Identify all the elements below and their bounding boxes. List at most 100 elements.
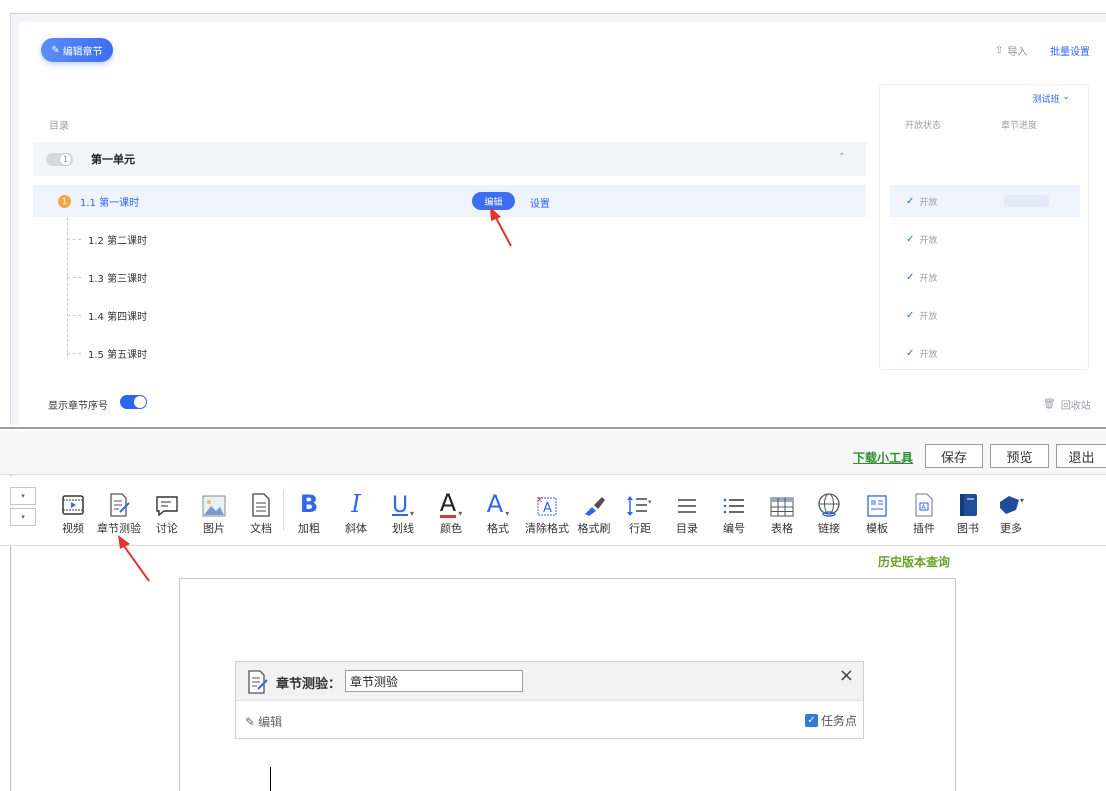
recycle-bin-button[interactable]: 🗑 回收站 <box>1043 397 1091 412</box>
numbering-label: 编号 <box>723 522 745 535</box>
bold-glyph: B <box>299 490 319 518</box>
recycle-label: 回收站 <box>1060 401 1091 412</box>
lesson-settings-link[interactable]: 设置 <box>530 195 550 210</box>
check-icon: ✓ <box>906 347 915 359</box>
template-label: 模板 <box>866 522 888 535</box>
link-label: 链接 <box>818 522 840 535</box>
globe-link-icon <box>816 484 842 518</box>
quiz-doc-icon <box>106 484 132 518</box>
clear-format-tool[interactable]: Ax 清除格式 <box>519 484 575 536</box>
color-tool[interactable]: A ▾ 颜色 <box>426 484 476 536</box>
edit-chapter-button[interactable]: ✎ 编辑章节 <box>41 38 113 62</box>
book-icon <box>956 484 980 518</box>
font-format-icon: A ▾ <box>487 484 509 518</box>
status-panel: 测试班 ⌄ 开放状态 章节进度 ✓ 开放 ✓ 开放 ✓ 开放 ✓ 开放 ✓ 开放 <box>879 84 1089 370</box>
show-number-toggle[interactable] <box>120 395 147 409</box>
import-button[interactable]: ⇧ 导入 <box>995 43 1027 58</box>
quiz-title-input[interactable]: 章节测验 <box>345 670 523 692</box>
font-select[interactable]: ▾ <box>10 487 36 505</box>
edit-chapter-label: 编辑章节 <box>62 46 103 58</box>
size-select[interactable]: ▾ <box>10 508 36 526</box>
catalog-tool[interactable]: 目录 <box>662 484 712 536</box>
col-open-status: 开放状态 <box>905 121 942 131</box>
discussion-label: 讨论 <box>156 522 178 535</box>
text-cursor <box>270 767 271 791</box>
format-label: 格式 <box>487 522 509 535</box>
plugin-tool[interactable]: A 插件 <box>899 484 949 536</box>
svg-text:x: x <box>537 495 543 505</box>
format-brush-tool[interactable]: 格式刷 <box>568 484 620 536</box>
lesson-item-4[interactable]: 1.4 第四课时 <box>33 299 866 331</box>
image-label: 图片 <box>203 522 225 535</box>
template-tool[interactable]: 模板 <box>852 484 902 536</box>
plugin-label: 插件 <box>913 522 935 535</box>
unit-number: 1 <box>59 152 72 166</box>
tree-dash <box>67 314 81 316</box>
more-tool[interactable]: ▾ 更多 <box>986 484 1036 536</box>
bold-label: 加粗 <box>298 522 320 535</box>
lesson-edit-button[interactable]: 编辑 <box>472 192 515 210</box>
italic-tool[interactable]: I 斜体 <box>331 484 381 536</box>
line-height-tool[interactable]: ▾ 行距 <box>615 484 665 536</box>
lesson-title: 1.4 第四课时 <box>88 311 148 323</box>
close-icon[interactable]: × <box>839 665 854 686</box>
unit-toggle[interactable]: 1 <box>46 152 73 166</box>
link-tool[interactable]: 链接 <box>804 484 854 536</box>
status-text: 开放 <box>919 273 938 284</box>
bold-icon: B <box>300 484 318 518</box>
format-brush-label: 格式刷 <box>577 522 611 535</box>
lesson-item-1[interactable]: 1 1.1 第一课时 <box>33 185 866 217</box>
numbering-tool[interactable]: 编号 <box>709 484 759 536</box>
discussion-icon <box>154 484 180 518</box>
plugin-icon: A <box>913 484 935 518</box>
download-tool-link[interactable]: 下载小工具 <box>853 449 913 466</box>
underline-icon: U ▾ <box>392 484 414 518</box>
catalog-label: 目录 <box>49 121 69 132</box>
underline-tool[interactable]: U ▾ 划线 <box>378 484 428 536</box>
save-button[interactable]: 保存 <box>925 444 983 468</box>
lesson-title: 1.1 第一课时 <box>80 197 140 209</box>
lesson-title: 1.2 第二课时 <box>88 235 148 247</box>
discussion-tool[interactable]: 讨论 <box>142 484 192 536</box>
preview-button[interactable]: 预览 <box>990 444 1049 468</box>
svg-text:A: A <box>543 501 552 516</box>
exit-button[interactable]: 退出 <box>1056 444 1106 468</box>
class-select[interactable]: 测试班 ⌄ <box>1032 92 1070 105</box>
list-icon <box>675 484 699 518</box>
class-select-label: 测试班 <box>1032 95 1060 105</box>
chapter-quiz-tool[interactable]: 章节测验 <box>94 484 144 536</box>
history-version-link[interactable]: 历史版本查询 <box>878 553 950 570</box>
doc-tool[interactable]: 文档 <box>236 484 286 536</box>
lesson-item-2[interactable]: 1.2 第二课时 <box>33 223 866 255</box>
quiz-edit-button[interactable]: ✎ 编辑 <box>245 713 282 730</box>
checkbox-checked-icon: ✓ <box>804 714 818 727</box>
lesson-item-3[interactable]: 1.3 第三课时 <box>33 261 866 293</box>
batch-settings-link[interactable]: 批量设置 <box>1050 43 1090 58</box>
more-label: 更多 <box>1000 522 1022 535</box>
table-tool[interactable]: 表格 <box>757 484 807 536</box>
lesson-item-5[interactable]: 1.5 第五课时 <box>33 337 866 369</box>
task-point-checkbox[interactable]: ✓ 任务点 <box>804 712 857 729</box>
video-label: 视频 <box>62 522 84 535</box>
status-row: ✓ 开放 <box>890 223 1080 255</box>
chapter-quiz-block: 章节测验： 章节测验 × ✎ 编辑 ✓ 任务点 <box>235 661 864 739</box>
chevron-up-icon[interactable]: ⌃ <box>838 152 846 163</box>
table-icon <box>769 484 795 518</box>
video-tool[interactable]: 视频 <box>48 484 98 536</box>
chevron-down-icon: ⌄ <box>1062 92 1070 102</box>
format-brush-icon <box>581 484 607 518</box>
trash-icon: 🗑 <box>1043 399 1056 410</box>
status-text: 开放 <box>919 349 938 360</box>
numbered-list-icon <box>722 484 746 518</box>
show-number-label: 显示章节序号 <box>48 401 108 412</box>
col-progress: 章节进度 <box>1001 121 1038 131</box>
line-height-icon: ▾ <box>626 484 654 518</box>
image-tool[interactable]: 图片 <box>189 484 239 536</box>
status-text: 开放 <box>919 311 938 322</box>
bold-tool[interactable]: B 加粗 <box>284 484 334 536</box>
status-row: ✓ 开放 <box>890 299 1080 331</box>
more-icon: ▾ <box>996 484 1026 518</box>
check-icon: ✓ <box>906 233 915 245</box>
format-tool[interactable]: A ▾ 格式 <box>473 484 523 536</box>
unit-row[interactable]: 1 第一单元 ⌃ <box>33 142 866 176</box>
